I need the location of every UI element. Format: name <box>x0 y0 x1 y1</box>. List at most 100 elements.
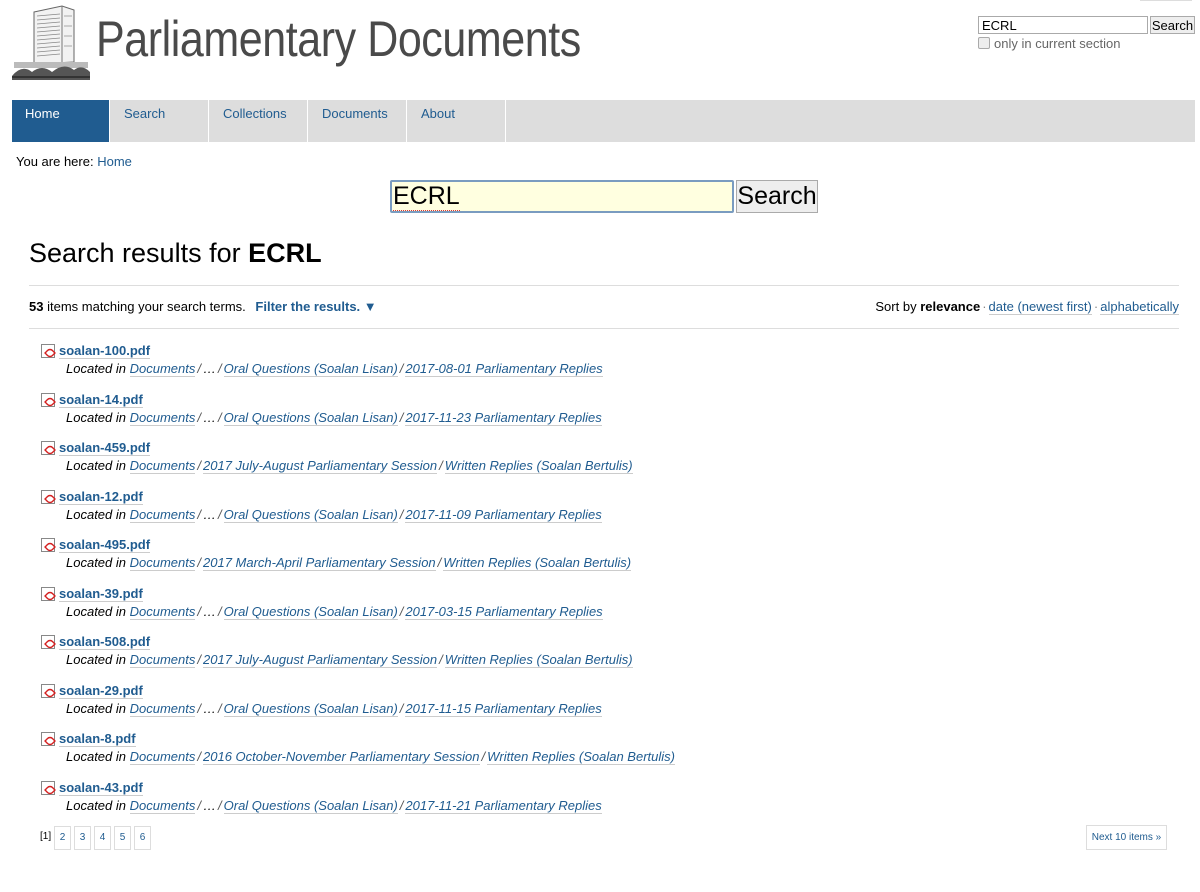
result-item: soalan-12.pdf Located in Documents /… / Oral… <box>40 488 1040 537</box>
nav-tab-collections[interactable]: Collections <box>210 100 308 142</box>
path-link[interactable]: 2016 October-November Parliamentary Sess… <box>203 749 480 765</box>
path-link[interactable]: Oral Questions (Soalan Lisan) <box>223 409 398 426</box>
located-in-label: Located in <box>66 555 126 570</box>
path-link[interactable]: Documents <box>129 458 196 474</box>
result-location: Located in Documents /… / Oral Questions (S… <box>66 603 603 620</box>
path-link[interactable]: 2017-03-15 Parliamentary Replies <box>405 603 603 620</box>
pdf-icon <box>41 683 55 698</box>
pdf-icon <box>41 780 55 795</box>
sort-prefix: Sort by <box>875 299 917 314</box>
path-link[interactable]: Written Replies (Soalan Bertulis) <box>487 749 675 765</box>
nav-tab-documents[interactable]: Documents <box>309 100 407 142</box>
path-link[interactable]: Documents <box>129 409 196 426</box>
current-section-checkbox[interactable] <box>978 37 990 49</box>
path-separator: / <box>481 749 486 764</box>
path-link[interactable]: Documents <box>129 361 196 377</box>
path-link[interactable]: Oral Questions (Soalan Lisan) <box>223 700 398 717</box>
result-location: Located in Documents/2017 July-August Pa… <box>66 458 633 474</box>
result-item: soalan-459.pdf Located in Documents/2017 … <box>40 439 1040 488</box>
next-page-link[interactable]: Next 10 items » <box>1086 825 1167 850</box>
nav-tab-search[interactable]: Search <box>111 100 209 142</box>
path-separator: / <box>197 409 201 425</box>
located-in-label: Located in <box>66 652 126 667</box>
result-item: soalan-14.pdf Located in Documents /… / Oral… <box>40 391 1040 440</box>
pdf-icon <box>41 392 55 407</box>
sort-alphabetical-link[interactable]: alphabetically <box>1100 299 1179 315</box>
path-separator: / <box>197 506 201 522</box>
result-title-link[interactable]: soalan-29.pdf <box>59 683 143 699</box>
header-search-input[interactable] <box>978 16 1148 34</box>
result-title-link[interactable]: soalan-508.pdf <box>59 634 151 650</box>
path-ellipsis: … <box>203 409 216 425</box>
path-link[interactable]: Documents <box>129 555 196 571</box>
sort-relevance: relevance <box>920 299 981 314</box>
path-link[interactable]: Written Replies (Soalan Bertulis) <box>444 652 633 668</box>
path-link[interactable]: Documents <box>129 700 196 717</box>
result-title-link[interactable]: soalan-43.pdf <box>59 780 143 796</box>
located-in-label: Located in <box>66 361 126 376</box>
result-title-link[interactable]: soalan-14.pdf <box>59 392 143 408</box>
path-link[interactable]: 2017-11-15 Parliamentary Replies <box>405 700 602 717</box>
path-link[interactable]: Written Replies (Soalan Bertulis) <box>444 458 633 474</box>
sort-date-link[interactable]: date (newest first) <box>988 299 1092 315</box>
path-link[interactable]: Documents <box>129 506 196 523</box>
path-link[interactable]: 2017-11-21 Parliamentary Replies <box>405 797 602 814</box>
path-link[interactable]: Documents <box>129 652 196 668</box>
results-heading: Search results for ECRL <box>29 238 322 269</box>
result-location: Located in Documents/2016 October-Novemb… <box>66 749 675 765</box>
breadcrumb-home-link[interactable]: Home <box>97 154 132 169</box>
path-link[interactable]: 2017 July-August Parliamentary Session <box>203 652 438 668</box>
nav-tab-about[interactable]: About <box>408 100 506 142</box>
located-in-label: Located in <box>66 700 126 716</box>
pdf-icon <box>41 538 55 552</box>
site-title[interactable]: Parliamentary Documents <box>96 10 581 68</box>
path-separator: / <box>197 749 201 764</box>
path-link[interactable]: Oral Questions (Soalan Lisan) <box>223 361 398 377</box>
path-link[interactable]: 2017 March-April Parliamentary Session <box>203 555 436 571</box>
header-search-button[interactable]: Search <box>1150 16 1195 34</box>
path-link[interactable]: Oral Questions (Soalan Lisan) <box>223 506 398 523</box>
pdf-icon <box>41 344 55 358</box>
path-link[interactable]: 2017-11-23 Parliamentary Replies <box>405 409 602 426</box>
main-search-button[interactable]: Search <box>736 180 818 213</box>
result-title-link[interactable]: soalan-8.pdf <box>59 731 136 747</box>
path-link[interactable]: Documents <box>129 797 196 814</box>
page-link[interactable]: 4 <box>94 826 111 850</box>
path-link[interactable]: 2017-11-09 Parliamentary Replies <box>405 506 602 523</box>
result-title-link[interactable]: soalan-39.pdf <box>59 586 143 602</box>
result-title-link[interactable]: soalan-495.pdf <box>59 537 151 553</box>
result-location: Located in Documents/2017 March-April Pa… <box>66 555 632 571</box>
result-item: soalan-8.pdf Located in Documents/2016 Oc… <box>40 730 1040 779</box>
page-link[interactable]: 3 <box>74 826 91 850</box>
path-link[interactable]: Written Replies (Soalan Bertulis) <box>443 555 632 571</box>
path-separator: / <box>197 361 201 376</box>
page-link[interactable]: 6 <box>134 826 151 850</box>
path-link[interactable]: Oral Questions (Soalan Lisan) <box>223 603 398 620</box>
path-link[interactable]: Oral Questions (Soalan Lisan) <box>223 797 398 814</box>
page-link[interactable]: 5 <box>114 826 131 850</box>
pdf-icon <box>41 441 55 455</box>
path-link[interactable]: Documents <box>129 749 196 765</box>
current-section-label[interactable]: only in current section <box>994 36 1120 51</box>
path-separator: / <box>439 458 443 473</box>
path-separator: / <box>218 797 222 813</box>
page-link[interactable]: 2 <box>54 826 71 850</box>
path-separator: / <box>197 555 201 570</box>
result-title-link[interactable]: soalan-12.pdf <box>59 489 143 505</box>
result-item: soalan-100.pdf Located in Documents /… / Ora… <box>40 342 1040 391</box>
sort-options: Sort by relevance · date (newest first) · al… <box>875 299 1179 315</box>
path-separator: / <box>197 458 201 473</box>
filter-results-link[interactable]: Filter the results. ▼ <box>255 299 376 314</box>
path-separator: / <box>399 700 404 716</box>
path-link[interactable]: Documents <box>129 603 196 620</box>
nav-tab-home[interactable]: Home <box>12 100 110 142</box>
path-link[interactable]: 2017-08-01 Parliamentary Replies <box>405 361 603 377</box>
result-title-link[interactable]: soalan-459.pdf <box>59 440 151 456</box>
path-link[interactable]: 2017 July-August Parliamentary Session <box>203 458 438 474</box>
main-search-input[interactable]: ECRL <box>390 180 734 213</box>
site-logo[interactable] <box>12 2 90 80</box>
path-separator: / <box>439 652 443 667</box>
path-separator: / <box>218 409 222 425</box>
located-in-label: Located in <box>66 749 126 764</box>
result-title-link[interactable]: soalan-100.pdf <box>59 343 151 359</box>
